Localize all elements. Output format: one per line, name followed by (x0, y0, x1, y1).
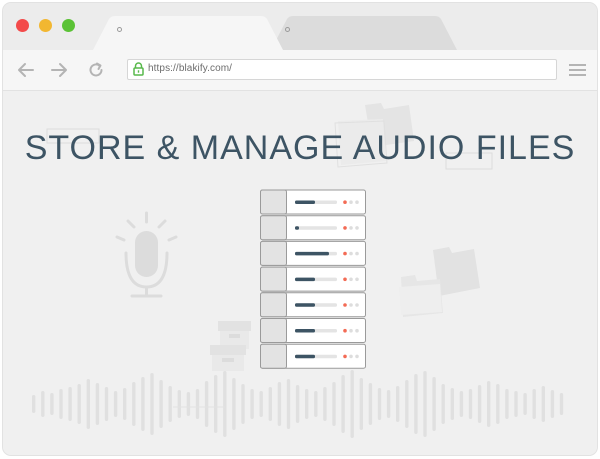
server-unit (260, 343, 366, 369)
sound-wave-bar (396, 386, 400, 422)
sound-wave-bar (113, 391, 118, 417)
address-bar[interactable]: https://blakify.com/ (127, 59, 557, 80)
arrow-right-icon[interactable] (50, 61, 68, 79)
sound-wave-bar (86, 379, 90, 429)
sound-wave-bar (441, 384, 445, 424)
sound-wave-bar (214, 375, 218, 433)
sound-wave-bar (277, 382, 282, 426)
sound-wave-bar (532, 389, 536, 419)
sound-wave-bar (132, 382, 136, 426)
page-content: STORE & MANAGE AUDIO FILES (3, 91, 597, 455)
sound-wave-bar (314, 391, 318, 417)
reload-icon[interactable] (87, 61, 105, 79)
sound-wave (32, 370, 564, 438)
tab-favicon-icon (285, 27, 290, 32)
sound-wave-bar (432, 377, 436, 431)
hamburger-menu-icon[interactable] (569, 63, 587, 77)
arrow-left-icon[interactable] (17, 61, 35, 79)
microphone-icon (115, 211, 178, 298)
sound-wave-bar (168, 386, 172, 422)
sound-wave-bar (377, 388, 382, 420)
sound-wave-bar (259, 391, 263, 417)
sound-wave-bar (159, 380, 163, 428)
page-title: STORE & MANAGE AUDIO FILES (24, 129, 576, 167)
minimize-window-button[interactable] (39, 19, 52, 32)
sound-wave-bar (95, 383, 100, 425)
sound-wave-bar (195, 389, 200, 419)
sound-wave-bar (50, 393, 54, 415)
sound-wave-bar (386, 390, 391, 418)
sound-wave-bar (541, 386, 545, 422)
sound-wave-bar (450, 388, 454, 420)
tab-favicon-icon (117, 27, 122, 32)
sound-wave-bar (514, 391, 518, 417)
server-unit (260, 215, 366, 241)
tab-bar (3, 3, 597, 50)
server-unit (260, 266, 366, 292)
folder-icon (399, 247, 480, 317)
browser-toolbar: https://blakify.com/ (3, 50, 597, 91)
sound-wave-bar (487, 381, 491, 427)
sound-wave-bar (523, 393, 527, 415)
sound-wave-bar (59, 389, 63, 419)
sound-wave-bar (468, 389, 473, 419)
sound-wave-bar (123, 388, 127, 420)
sound-wave-bar (368, 383, 373, 425)
lock-icon (133, 62, 144, 76)
sound-wave-bar (359, 378, 363, 430)
sound-wave-bar (41, 391, 45, 417)
sound-wave-bar (141, 377, 145, 431)
sound-wave-bar (305, 389, 309, 419)
sound-wave-bar (177, 390, 181, 418)
sound-wave-bar (295, 385, 300, 423)
browser-window: https://blakify.com/ STORE & MANAGE AUDI… (3, 3, 597, 455)
sound-wave-bar (232, 378, 236, 430)
sound-wave-bar (186, 392, 191, 416)
sound-wave-bar (241, 384, 245, 424)
server-rack (260, 189, 366, 369)
file-box-icon (210, 321, 251, 371)
server-unit (260, 292, 366, 318)
address-url: https://blakify.com/ (148, 63, 233, 74)
sound-wave-bar (268, 387, 272, 421)
sound-wave-bar (250, 389, 254, 419)
sound-wave-bar (559, 393, 564, 415)
sound-wave-bar (104, 387, 109, 421)
sound-wave-bar (341, 375, 345, 433)
sound-wave-bar (496, 384, 500, 424)
sound-wave-bar (323, 387, 327, 421)
sound-wave-bar (350, 370, 354, 438)
sound-wave-bar (150, 373, 154, 435)
tab-active[interactable] (93, 16, 283, 50)
sound-wave-bar (223, 371, 227, 437)
sound-wave-bar (414, 374, 418, 434)
sound-wave-bar (405, 380, 409, 428)
server-unit (260, 189, 366, 215)
sound-wave-bar (77, 384, 81, 424)
server-unit (260, 240, 366, 266)
sound-wave-bar (68, 387, 72, 421)
sound-wave-bar (204, 381, 209, 427)
sound-wave-bar (332, 382, 336, 426)
maximize-window-button[interactable] (62, 19, 75, 32)
sound-wave-bar (550, 390, 555, 418)
sound-wave-bar (477, 385, 482, 423)
server-unit (260, 318, 366, 343)
sound-wave-bar (423, 371, 427, 437)
sound-wave-bar (32, 395, 36, 413)
close-window-button[interactable] (16, 19, 29, 32)
sound-wave-bar (459, 391, 464, 417)
sound-wave-bar (286, 379, 291, 429)
sound-wave-bar (505, 389, 509, 419)
tab-inactive[interactable] (271, 16, 457, 50)
